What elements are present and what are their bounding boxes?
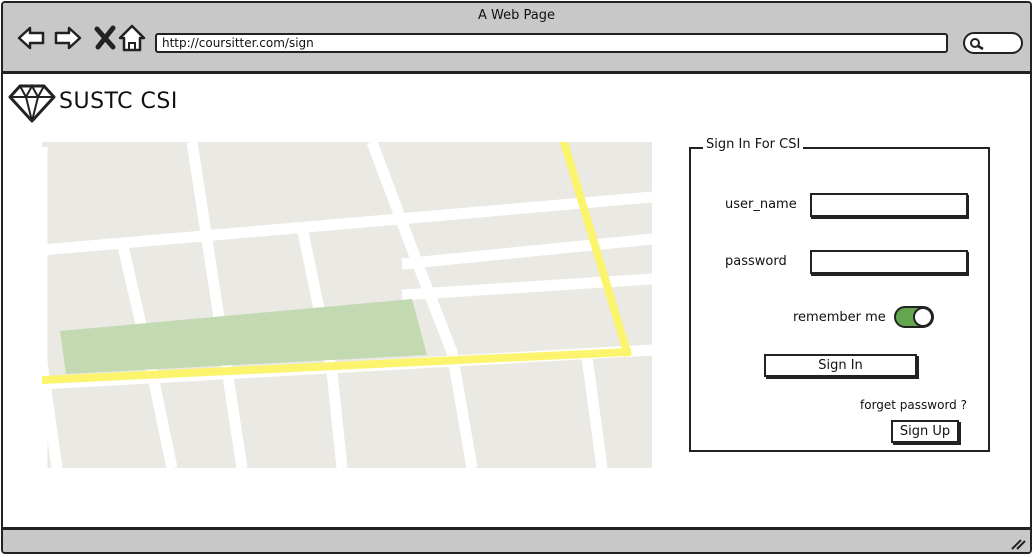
username-label: user_name [725, 197, 797, 212]
browser-titlebar: A Web Page http://coursitter.com/sign [3, 3, 1030, 74]
window-title: A Web Page [478, 8, 555, 23]
url-bar[interactable]: http://coursitter.com/sign [155, 33, 948, 53]
back-arrow-icon[interactable] [16, 23, 46, 53]
search-field[interactable] [963, 32, 1023, 54]
password-input[interactable] [810, 250, 968, 274]
forward-arrow-icon[interactable] [53, 23, 83, 53]
username-input[interactable] [810, 193, 968, 217]
sign-up-button[interactable]: Sign Up [891, 420, 959, 443]
forgot-password-link[interactable]: forget password ? [860, 398, 967, 412]
diamond-icon [8, 83, 56, 123]
brand-name: SUSTC CSI [59, 89, 178, 114]
map-placeholder[interactable] [42, 142, 652, 468]
toggle-knob [913, 307, 933, 327]
remember-me-label: remember me [793, 310, 886, 325]
home-icon[interactable] [117, 23, 147, 53]
search-icon [970, 38, 984, 51]
resize-grip-icon[interactable] [1010, 536, 1026, 550]
sign-in-button[interactable]: Sign In [764, 354, 917, 377]
password-label: password [725, 254, 787, 269]
browser-statusbar [3, 527, 1030, 552]
sign-in-panel-title: Sign In For CSI [703, 137, 804, 152]
remember-me-toggle[interactable] [894, 306, 934, 328]
